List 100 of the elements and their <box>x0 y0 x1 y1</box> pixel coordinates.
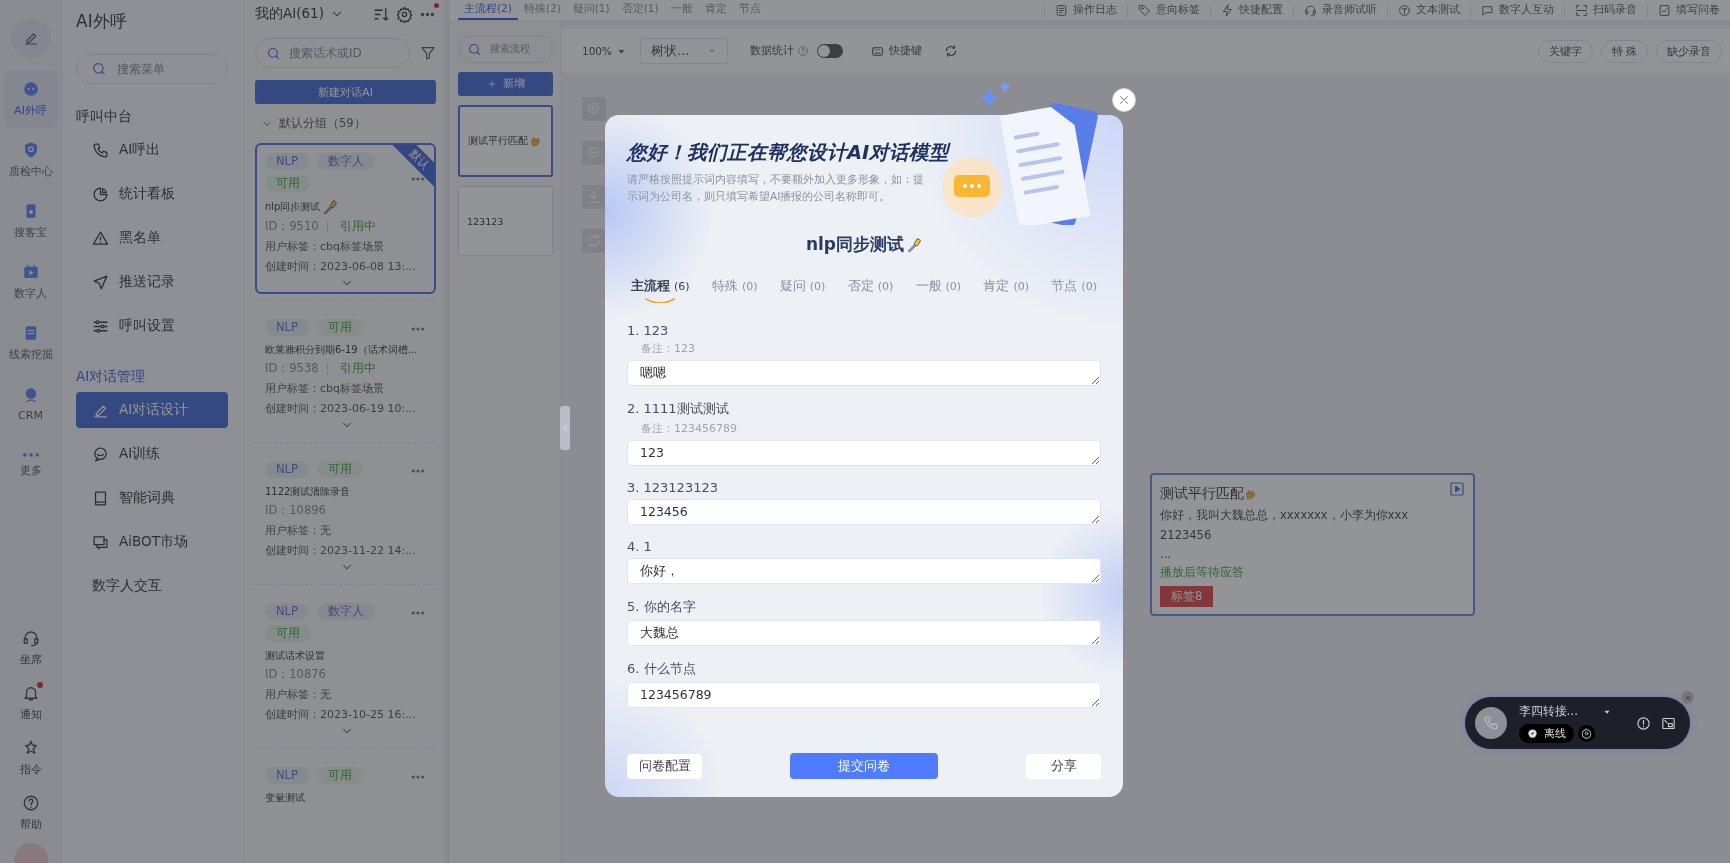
ai-name: 1122测试清除录音 <box>265 485 351 499</box>
ai-card[interactable]: NLP 可用 变量测试 <box>255 757 436 809</box>
list-title[interactable]: 我的AI(61) <box>255 5 324 23</box>
help-icon[interactable] <box>797 45 810 57</box>
answer-field[interactable]: 123456 <box>627 499 1101 525</box>
secondary-button[interactable]: 问卷配置 <box>627 753 702 779</box>
edit-button[interactable] <box>10 18 51 58</box>
call-button[interactable] <box>1475 707 1507 739</box>
category-tab[interactable]: 节点 (0) <box>1051 278 1097 303</box>
nav-item[interactable]: 线索挖掘 <box>3 314 58 372</box>
nav-item[interactable]: 搜客宝 <box>3 192 58 250</box>
layout-select[interactable]: 树状... <box>640 38 729 64</box>
play-icon[interactable] <box>1449 481 1465 497</box>
group-label[interactable]: 默认分组（59） <box>279 116 366 131</box>
filter-button[interactable]: 缺少录音 <box>1656 39 1722 63</box>
reset-button[interactable] <box>582 229 606 253</box>
search-icon <box>467 41 482 57</box>
pencil-icon <box>22 30 39 46</box>
toolbar-button[interactable]: 扫码录音 <box>1564 3 1647 17</box>
settings-button[interactable] <box>1577 725 1595 742</box>
keyboard-icon <box>871 44 885 58</box>
ai-card[interactable]: NLP 数字人 可用 测试话术设置 ID：10876 用户标签：无 创建时间：2023-10-25 16:... <box>255 593 436 742</box>
info-icon[interactable] <box>1636 715 1651 731</box>
shortcut-button[interactable]: 快捷键 <box>865 43 929 59</box>
add-button[interactable]: 新增 <box>458 72 553 96</box>
flow-tab[interactable]: 否定(1) <box>615 0 665 20</box>
question-label: 5. 你的名字 <box>627 598 697 616</box>
document-icon <box>1055 3 1068 17</box>
flow-card[interactable]: 测试平行匹配 <box>458 105 553 177</box>
answer-field[interactable]: 你好， <box>627 558 1101 584</box>
answer-field[interactable]: 123456789 <box>627 682 1101 708</box>
nav-item[interactable]: 帮助 <box>3 788 58 838</box>
menu-item[interactable]: 黑名单 <box>76 220 228 256</box>
menu-item[interactable]: 智能词典 <box>76 480 228 516</box>
nav-item[interactable]: 更多 <box>3 436 58 494</box>
stats-toggle[interactable] <box>817 44 844 58</box>
refresh-icon[interactable] <box>944 44 959 58</box>
category-tab[interactable]: 肯定 (0) <box>983 278 1030 303</box>
category-tab[interactable]: 疑问 (0) <box>779 278 826 303</box>
submit-button[interactable]: 提交问卷 <box>790 753 938 779</box>
plus-icon <box>486 79 497 89</box>
flow-node[interactable]: 测试平行匹配 你好，我叫大魏总总，xxxxxxx，小李为你xxx 2123456 ... 播放后等待应答 标签8 <box>1150 473 1475 616</box>
picture-in-picture-icon[interactable] <box>1661 715 1676 731</box>
toolbar-button[interactable]: 数字人互动 <box>1470 3 1564 17</box>
flow-card[interactable]: 123123 <box>458 186 553 256</box>
phone-icon <box>1482 715 1499 731</box>
menu-item[interactable]: AI对话设计 <box>76 392 228 428</box>
toolbar-button[interactable]: 填写问卷 <box>1647 3 1730 17</box>
nav-item[interactable]: 质检中心 <box>3 131 58 189</box>
nav-item[interactable]: 指令 <box>3 733 58 783</box>
toolbar-button[interactable]: 文本测试 <box>1387 3 1470 17</box>
menu-item[interactable]: 呼叫设置 <box>76 308 228 344</box>
user-tag-label: 用户标签：无 <box>265 687 331 702</box>
toolbar-button[interactable]: 录音师试听 <box>1293 3 1387 17</box>
new-ai-button[interactable]: 新建对话AI <box>255 80 436 104</box>
gear-icon[interactable] <box>396 5 413 23</box>
filter-button[interactable]: 关键字 <box>1537 39 1593 63</box>
warning-icon <box>92 229 109 247</box>
video-calendar-icon <box>21 263 40 281</box>
sort-icon[interactable] <box>373 5 390 23</box>
category-tab[interactable]: 否定 (0) <box>847 278 894 303</box>
menu-item[interactable]: 统计看板 <box>76 176 228 212</box>
answer-field[interactable]: 123 <box>627 440 1101 466</box>
filter-button[interactable]: 特 殊 <box>1600 39 1648 63</box>
answer-field[interactable]: 嗯嗯 <box>627 360 1101 386</box>
dialog-hint: 请严格按照提示词内容填写，不要额外加入更多形象，如：提示词为公司名，则只填写希望AI播报的公司名称即可。 <box>627 172 925 204</box>
toolbar-button[interactable]: 意向标签 <box>1127 3 1210 17</box>
menu-item[interactable]: AiBOT市场 <box>76 524 228 560</box>
menu-item[interactable]: 推送记录 <box>76 264 228 300</box>
nav-item[interactable]: 通知 <box>3 678 58 728</box>
toolbar-button[interactable]: 快捷配置 <box>1210 3 1293 17</box>
ai-card[interactable]: NLP 可用 1122测试清除录音 ID：10896 用户标签：无 创建时间：2023-11-22 14:... <box>255 451 436 578</box>
panel-title: AI外呼 <box>76 10 128 32</box>
created-time: 创建时间：2023-11-22 14:... <box>265 543 416 558</box>
download-button[interactable] <box>582 185 606 209</box>
created-time: 创建时间：2023-06-19 10:... <box>265 401 416 416</box>
nav-item[interactable]: AI外呼 <box>3 70 58 128</box>
ai-card[interactable]: NLP 可用 欧莱雅积分到期6-19（话术词槽... ID：9538 引用中 用户标签：cbq标签场景 创建时间：2023-06-19 10:... <box>255 309 436 436</box>
zoom-out-button[interactable] <box>582 141 606 165</box>
status-button[interactable]: 离线 <box>1518 724 1574 743</box>
ai-id: ID：10876 <box>265 667 326 682</box>
secondary-button[interactable]: 分享 <box>1026 753 1101 779</box>
toolbar-button[interactable]: 操作日志 <box>1044 3 1127 17</box>
answer-field[interactable]: 大魏总 <box>627 620 1101 646</box>
category-tab[interactable]: 主流程 (6) <box>631 278 690 303</box>
menu-item[interactable]: AI训练 <box>76 436 228 472</box>
collapse-handle[interactable] <box>560 406 570 450</box>
menu-item[interactable]: AI呼出 <box>76 132 228 168</box>
chat-icon <box>1481 3 1494 17</box>
zoom-dropdown[interactable]: 100% <box>576 44 633 58</box>
category-tab[interactable]: 特殊 (0) <box>711 278 758 303</box>
menu-item[interactable]: 数字人交互 <box>76 568 228 604</box>
nav-item[interactable]: 数字人 <box>3 253 58 311</box>
filter-icon[interactable] <box>420 45 436 61</box>
ai-card[interactable]: NLP 数字人 可用 默认 nlp同步测试 ID：9510 引用中 用户标签：cbq标签场景 创建时间：2023-06-08 13:... <box>255 143 436 294</box>
nav-item[interactable]: CRM <box>3 375 58 433</box>
question-label: 1. 123 <box>627 323 670 338</box>
nav-item[interactable]: 坐席 <box>3 623 58 673</box>
ai-name: 欧莱雅积分到期6-19（话术词槽... <box>265 343 418 357</box>
text-icon <box>1398 3 1411 17</box>
